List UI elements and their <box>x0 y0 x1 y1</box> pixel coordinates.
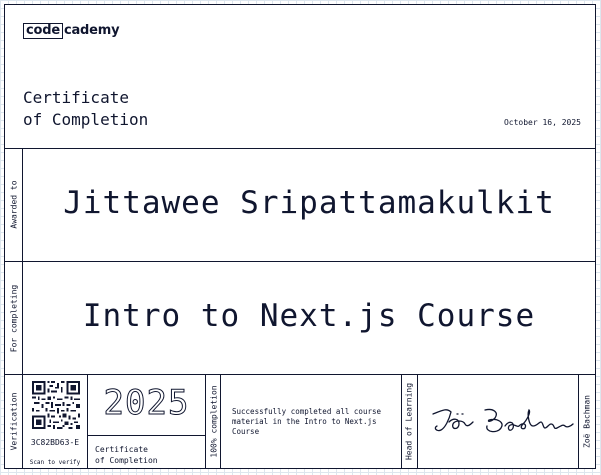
completion-description: Successfully completed all course materi… <box>232 407 382 436</box>
divider <box>87 435 205 436</box>
divider <box>5 374 595 375</box>
certificate: code cademy Certificate of Completion Oct… <box>4 4 596 469</box>
divider <box>401 374 402 468</box>
certificate-date: October 16, 2025 <box>503 118 581 127</box>
year: 2025 <box>103 383 190 424</box>
signer-role: Head of Learning <box>404 382 414 461</box>
divider <box>205 374 206 468</box>
qr-code <box>32 381 80 429</box>
logo-part-2: cademy <box>63 23 120 38</box>
scan-to-verify: Scan to verify <box>29 459 81 466</box>
codecademy-logo: code cademy <box>23 22 120 40</box>
course-name: Intro to Next.js Course <box>82 298 536 334</box>
divider <box>5 148 595 149</box>
awarded-to-label: Awarded to <box>9 180 19 229</box>
signature <box>432 408 574 433</box>
certificate-title: Certificate of Completion <box>23 88 149 129</box>
divider <box>5 261 595 262</box>
completion-label: 100% completion <box>209 385 219 458</box>
for-completing-label: For completing <box>9 284 19 353</box>
logo-part-1: code <box>23 23 63 39</box>
divider <box>220 374 221 468</box>
divider <box>578 374 579 468</box>
verification-label: Verification <box>9 392 19 451</box>
recipient-name: Jittawee Sripattamakulkit <box>63 185 555 221</box>
divider <box>417 374 418 468</box>
signer-name: Zoë Bachman <box>582 395 592 448</box>
certificate-type: Certificate of Completion <box>95 445 158 465</box>
certificate-id: 3C82BD63-E <box>30 438 80 447</box>
